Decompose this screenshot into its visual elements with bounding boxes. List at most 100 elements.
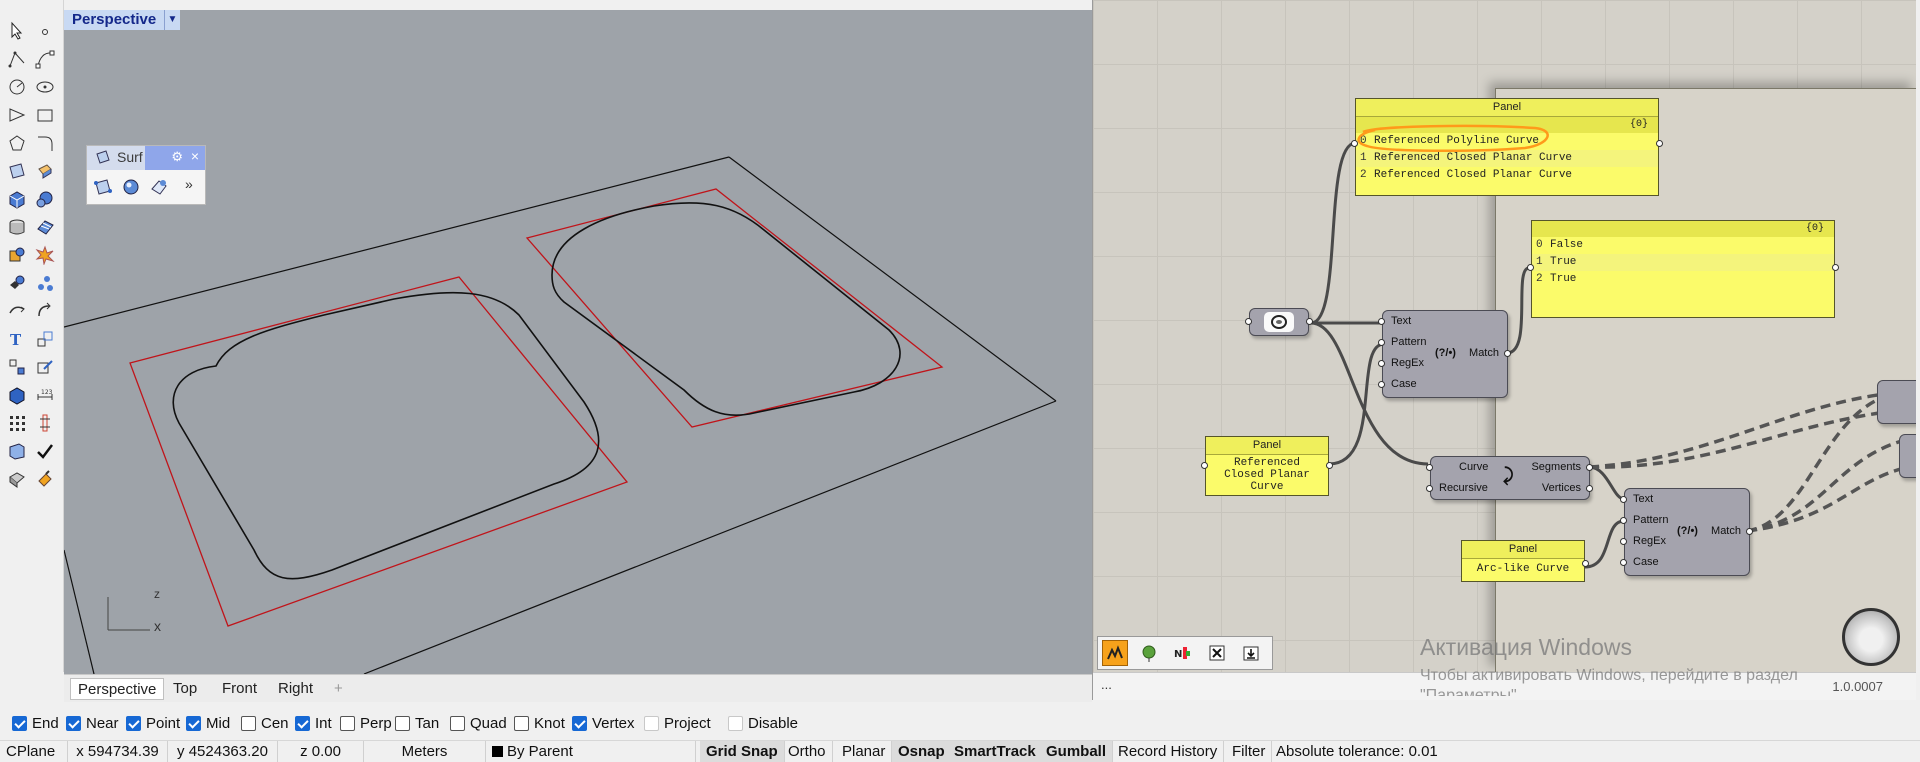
input-text[interactable]: Text	[1633, 493, 1653, 505]
checkbox[interactable]	[728, 715, 743, 731]
checkbox[interactable]	[12, 715, 27, 731]
osnap-int[interactable]: Int	[295, 714, 332, 732]
param-output-grip[interactable]	[1306, 318, 1313, 325]
surface-corners-icon[interactable]	[4, 160, 30, 182]
osnap-project[interactable]: Project	[644, 714, 711, 732]
grip[interactable]	[1586, 464, 1593, 471]
osnap-vertex[interactable]: Vertex	[572, 714, 635, 732]
panel-input-grip[interactable]	[1527, 264, 1534, 271]
input-case[interactable]: Case	[1391, 378, 1417, 390]
rectangle-icon[interactable]	[32, 104, 58, 126]
checkbox[interactable]	[126, 715, 141, 731]
checkbox[interactable]	[644, 715, 659, 731]
checkbox[interactable]	[395, 715, 410, 731]
grip[interactable]	[1378, 339, 1385, 346]
grid-array-icon[interactable]	[4, 412, 30, 434]
osnap-tan[interactable]: Tan	[395, 714, 439, 732]
osnap-disable[interactable]: Disable	[728, 714, 798, 732]
arc-icon[interactable]	[4, 104, 30, 126]
text-icon[interactable]: T	[4, 328, 30, 350]
input-regex[interactable]: RegEx	[1633, 535, 1666, 547]
ellipse-icon[interactable]	[32, 76, 58, 98]
grid-snap-toggle[interactable]: Grid Snap	[700, 741, 785, 762]
fillet-curve-icon[interactable]	[32, 132, 58, 154]
output-segments[interactable]: Segments	[1531, 461, 1581, 473]
cylinder-icon[interactable]	[4, 216, 30, 238]
sketch-tool-icon[interactable]	[1102, 640, 1128, 666]
explode-component[interactable]: Curve Recursive ⤸ Segments Vertices	[1430, 456, 1590, 500]
grip[interactable]	[1378, 360, 1385, 367]
sphere-surface-icon[interactable]	[121, 177, 141, 200]
grip[interactable]	[1326, 462, 1333, 469]
input-curve[interactable]: Curve	[1459, 461, 1488, 473]
grip[interactable]	[1746, 528, 1753, 535]
network-surface-icon[interactable]	[149, 177, 169, 200]
tab-perspective[interactable]: Perspective	[70, 678, 165, 700]
grip[interactable]	[1378, 381, 1385, 388]
close-icon[interactable]: ×	[191, 148, 199, 164]
layer-selector[interactable]: By Parent	[486, 741, 696, 762]
line-icon[interactable]	[4, 300, 30, 322]
extrude-surface-icon[interactable]	[32, 160, 58, 182]
curve-icon[interactable]	[32, 48, 58, 70]
osnap-quad[interactable]: Quad	[450, 714, 507, 732]
numbers-icon[interactable]: N	[1170, 640, 1196, 666]
explode-icon[interactable]	[32, 244, 58, 266]
grip[interactable]	[1504, 350, 1511, 357]
tab-top[interactable]: Top	[166, 678, 204, 700]
input-text[interactable]: Text	[1391, 315, 1411, 327]
sphere-icon[interactable]	[32, 188, 58, 210]
rotate-icon[interactable]	[32, 300, 58, 322]
select-arrow-icon[interactable]	[4, 20, 30, 42]
offscreen-component[interactable]	[1899, 434, 1916, 478]
input-recursive[interactable]: Recursive	[1439, 482, 1488, 494]
perspective-viewport[interactable]: Perspective ▼ z x Surf ⚙ × »	[64, 10, 1092, 674]
edit-icon[interactable]	[32, 356, 58, 378]
osnap-toggle[interactable]: Osnap	[892, 741, 952, 762]
panel-arc-like[interactable]: Panel Arc-like Curve	[1461, 540, 1585, 582]
mesh-icon[interactable]	[32, 216, 58, 238]
checkbox[interactable]	[241, 715, 256, 731]
grip[interactable]	[1620, 538, 1627, 545]
transform-icon[interactable]	[4, 356, 30, 378]
navigation-widget-icon[interactable]	[1842, 608, 1900, 666]
input-regex[interactable]: RegEx	[1391, 357, 1424, 369]
cplane-label[interactable]: CPlane	[0, 741, 68, 762]
checkbox[interactable]	[572, 715, 587, 731]
grip[interactable]	[1586, 485, 1593, 492]
grasshopper-canvas[interactable]: Panel {0} 0 Referenced Polyline Curve 1 Re…	[1093, 0, 1916, 672]
left-polyline-curve[interactable]	[129, 276, 629, 627]
offscreen-component[interactable]	[1877, 380, 1916, 424]
filter-toggle[interactable]: Filter	[1226, 741, 1273, 762]
polyline-icon[interactable]	[4, 48, 30, 70]
grip[interactable]	[1582, 560, 1589, 567]
dimension-icon[interactable]: 123	[32, 384, 58, 406]
output-match[interactable]: Match	[1469, 347, 1499, 359]
panel-output-grip[interactable]	[1656, 140, 1663, 147]
input-pattern[interactable]: Pattern	[1391, 336, 1426, 348]
paint-icon[interactable]	[32, 468, 58, 490]
smarttrack-toggle[interactable]: SmartTrack	[948, 741, 1043, 762]
grip[interactable]	[1620, 496, 1627, 503]
box-icon[interactable]	[4, 188, 30, 210]
close-canvas-icon[interactable]	[1204, 640, 1230, 666]
scale-icon[interactable]	[32, 328, 58, 350]
preview-icon[interactable]	[1136, 640, 1162, 666]
array-icon[interactable]	[32, 272, 58, 294]
output-vertices[interactable]: Vertices	[1542, 482, 1581, 494]
grip[interactable]	[1201, 462, 1208, 469]
grip[interactable]	[1426, 464, 1433, 471]
solid-box-icon[interactable]	[4, 384, 30, 406]
analyze-icon[interactable]	[32, 412, 58, 434]
osnap-mid[interactable]: Mid	[186, 714, 230, 732]
panel-pattern[interactable]: Panel Referenced Closed Planar Curve	[1205, 436, 1329, 496]
more-tools-icon[interactable]: »	[185, 176, 193, 192]
polygon-icon[interactable]	[4, 132, 30, 154]
match-text-component[interactable]: Text Pattern RegEx Case (?/•) Match	[1382, 310, 1508, 398]
grip[interactable]	[1620, 559, 1627, 566]
osnap-end[interactable]: End	[12, 714, 59, 732]
viewport-title[interactable]: Perspective	[64, 10, 165, 30]
grip[interactable]	[1620, 517, 1627, 524]
solid-tools-icon[interactable]	[4, 272, 30, 294]
right-closed-planar-curve[interactable]	[551, 202, 901, 417]
